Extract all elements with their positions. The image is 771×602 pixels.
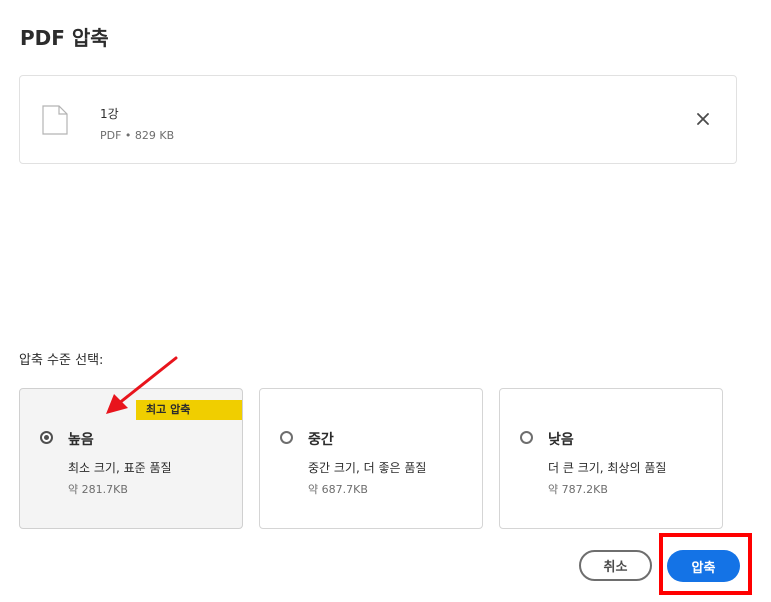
dialog-title: PDF 압축 (20, 26, 109, 50)
file-card: 1강 PDF • 829 KB (19, 75, 737, 164)
option-size: 약 787.2KB (548, 483, 608, 496)
option-medium[interactable]: 중간 중간 크기, 더 좋은 품질 약 687.7KB (259, 388, 483, 529)
option-size: 약 281.7KB (68, 483, 128, 496)
option-title: 낮음 (548, 432, 574, 448)
compress-button[interactable]: 압축 (667, 550, 740, 582)
cancel-button[interactable]: 취소 (579, 550, 652, 581)
close-icon (697, 113, 709, 125)
file-name: 1강 (100, 107, 119, 121)
file-icon (42, 105, 68, 135)
option-title: 높음 (68, 432, 94, 448)
option-title: 중간 (308, 432, 334, 448)
radio-high[interactable] (40, 431, 53, 444)
compression-level-label: 압축 수준 선택: (19, 353, 104, 368)
option-description: 중간 크기, 더 좋은 품질 (308, 461, 427, 475)
radio-medium[interactable] (280, 431, 293, 444)
file-meta: PDF • 829 KB (100, 129, 175, 142)
option-description: 더 큰 크기, 최상의 품질 (548, 461, 667, 475)
annotation-arrow-icon (106, 356, 178, 414)
option-size: 약 687.7KB (308, 483, 368, 496)
radio-low[interactable] (520, 431, 533, 444)
option-description: 최소 크기, 표준 품질 (68, 461, 172, 475)
remove-file-button[interactable] (692, 108, 714, 130)
option-low[interactable]: 낮음 더 큰 크기, 최상의 품질 약 787.2KB (499, 388, 723, 529)
